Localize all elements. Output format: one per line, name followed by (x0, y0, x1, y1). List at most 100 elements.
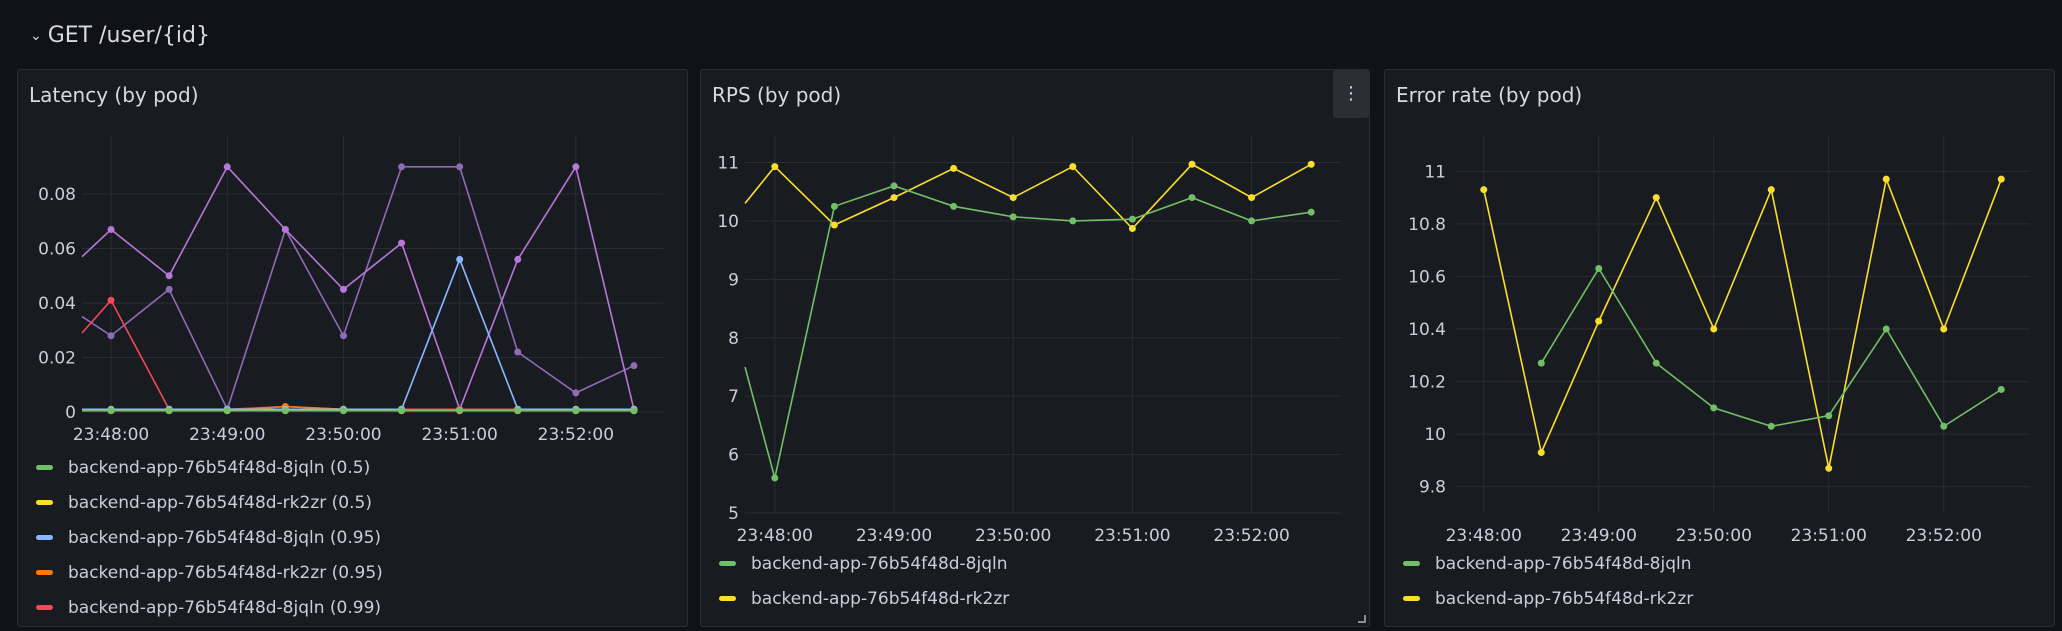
data-point (1248, 194, 1256, 202)
data-point (1537, 359, 1545, 367)
legend-label: backend-app-76b54f48d-rk2zr (751, 588, 1010, 609)
legend-label: backend-app-76b54f48d-8jqln (751, 553, 1008, 574)
x-tick-label: 23:50:00 (975, 526, 1051, 546)
data-point (630, 407, 638, 415)
y-tick-label: 8 (728, 329, 739, 349)
y-tick-label: 6 (728, 446, 739, 466)
legend-label: backend-app-76b54f48d-8jqln (0.5) (68, 457, 371, 478)
data-point (572, 407, 580, 415)
data-point (1767, 186, 1775, 194)
data-point (830, 221, 838, 229)
legend-swatch (1403, 561, 1420, 566)
data-point (1248, 217, 1256, 225)
data-point (339, 332, 347, 340)
data-point (165, 272, 173, 280)
y-tick-label: 0.08 (38, 185, 76, 205)
legend-swatch (36, 535, 53, 540)
data-point (456, 163, 464, 171)
legend-label: backend-app-76b54f48d-8jqln (0.99) (68, 597, 382, 618)
data-point (165, 407, 173, 415)
latency-panel: Latency (by pod) 0 0.02 0.04 0.06 0.08 23:48:… (17, 69, 688, 627)
series-line (744, 185, 1312, 479)
data-point (1882, 175, 1890, 183)
data-point (1940, 325, 1948, 333)
latency-legend: backend-app-76b54f48d-8jqln (0.5) backend… (36, 450, 383, 625)
series-line (81, 164, 635, 412)
data-point (107, 407, 115, 415)
data-point (1128, 215, 1136, 223)
legend-item[interactable]: backend-app-76b54f48d-8jqln (719, 546, 1009, 581)
chevron-down-icon: ⌄ (30, 28, 42, 44)
x-tick-label: 23:49:00 (189, 425, 265, 445)
x-tick-label: 23:49:00 (856, 526, 932, 546)
data-point (1997, 175, 2005, 183)
y-tick-label: 0.04 (38, 294, 76, 314)
data-point (890, 194, 898, 202)
legend-item[interactable]: backend-app-76b54f48d-rk2zr (0.95) (36, 555, 383, 590)
data-point (830, 202, 838, 210)
data-point (572, 163, 580, 171)
legend-item[interactable]: backend-app-76b54f48d-rk2zr (719, 581, 1009, 616)
series-line (82, 257, 634, 411)
resize-handle[interactable] (1358, 615, 1366, 623)
data-point (1188, 194, 1196, 202)
legend-swatch (719, 596, 736, 601)
legend-item[interactable]: backend-app-76b54f48d-8jqln (0.95) (36, 520, 383, 555)
legend-label: backend-app-76b54f48d-rk2zr (0.5) (68, 492, 372, 513)
legend-item[interactable]: backend-app-76b54f48d-rk2zr (1403, 581, 1693, 616)
y-tick-label: 10 (717, 212, 739, 232)
y-tick-label: 9 (728, 270, 739, 290)
error-rate-legend: backend-app-76b54f48d-8jqln backend-app-7… (1403, 546, 1693, 616)
x-tick-label: 23:49:00 (1561, 526, 1637, 546)
data-point (456, 407, 464, 415)
data-point (223, 407, 231, 415)
x-tick-label: 23:51:00 (1791, 526, 1867, 546)
legend-item[interactable]: backend-app-76b54f48d-8jqln (0.99) (36, 590, 383, 625)
data-point (1188, 160, 1196, 168)
y-tick-label: 11 (717, 154, 739, 174)
data-point (281, 225, 289, 233)
x-tick-label: 23:51:00 (1094, 526, 1170, 546)
data-point (1009, 213, 1017, 221)
data-point (890, 182, 898, 190)
data-point (514, 255, 522, 263)
x-tick-label: 23:48:00 (1446, 526, 1522, 546)
data-point (1595, 265, 1603, 273)
y-tick-label: 10.2 (1408, 373, 1446, 393)
legend-swatch (36, 465, 53, 470)
data-point (1307, 160, 1315, 168)
data-point (1997, 385, 2005, 393)
legend-label: backend-app-76b54f48d-8jqln (0.95) (68, 527, 382, 548)
y-tick-label: 5 (728, 504, 739, 524)
y-tick-label: 10 (1424, 425, 1446, 445)
data-point (630, 362, 638, 370)
series-line (1540, 266, 2002, 428)
data-point (107, 296, 115, 304)
data-point (1652, 194, 1660, 202)
legend-item[interactable]: backend-app-76b54f48d-8jqln (1403, 546, 1693, 581)
data-point (398, 407, 406, 415)
data-point (398, 239, 406, 247)
legend-swatch (719, 561, 736, 566)
data-point (1825, 412, 1833, 420)
x-tick-label: 23:50:00 (305, 425, 381, 445)
data-point (1069, 163, 1077, 171)
y-tick-label: 11 (1424, 162, 1446, 182)
rps-legend: backend-app-76b54f48d-8jqln backend-app-7… (719, 546, 1009, 616)
data-point (1767, 422, 1775, 430)
legend-item[interactable]: backend-app-76b54f48d-rk2zr (0.5) (36, 485, 383, 520)
row-collapse-toggle[interactable]: ⌄ GET /user/{id} (30, 18, 210, 52)
data-point (514, 407, 522, 415)
data-point (339, 285, 347, 293)
data-point (1882, 325, 1890, 333)
x-tick-label: 23:52:00 (538, 425, 614, 445)
legend-item[interactable]: backend-app-76b54f48d-8jqln (0.5) (36, 450, 383, 485)
data-point (1307, 208, 1315, 216)
data-point (1595, 317, 1603, 325)
data-point (1009, 194, 1017, 202)
data-point (1537, 449, 1545, 457)
legend-label: backend-app-76b54f48d-rk2zr (1435, 588, 1694, 609)
x-tick-label: 23:52:00 (1213, 526, 1289, 546)
series-line (1483, 176, 2003, 469)
y-tick-label: 10.6 (1408, 267, 1446, 287)
